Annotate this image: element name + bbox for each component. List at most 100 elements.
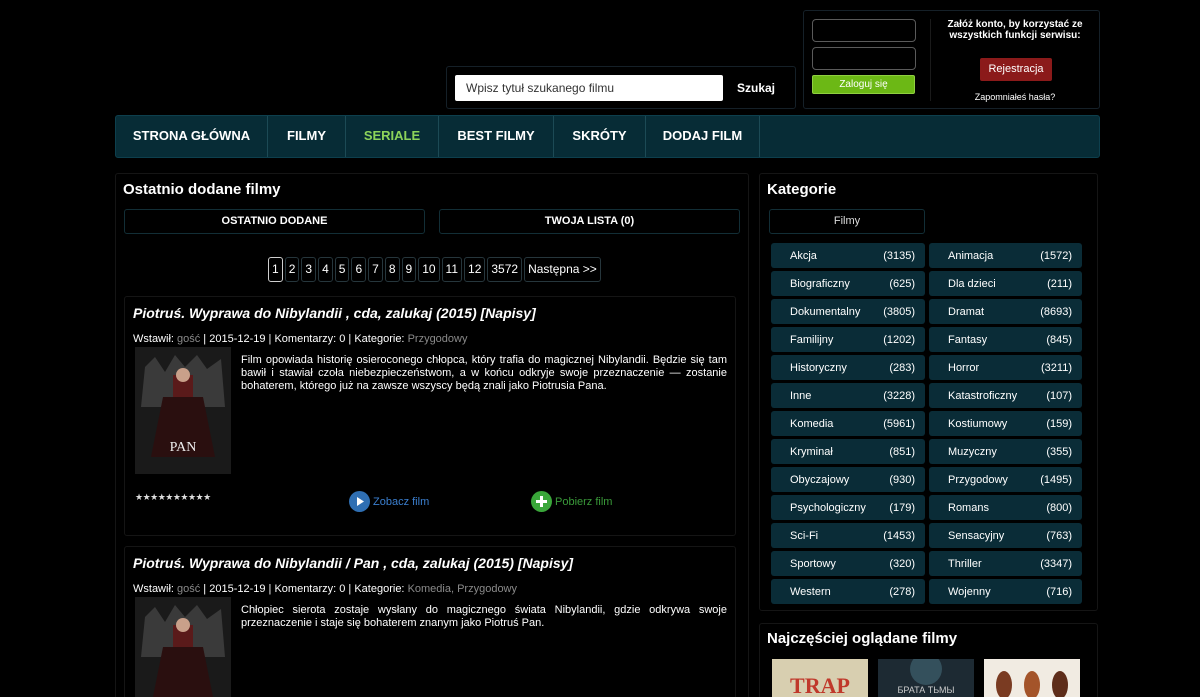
movie-title[interactable]: Piotruś. Wyprawa do Nibylandii , cda, za… bbox=[133, 305, 536, 321]
username-field[interactable] bbox=[812, 19, 916, 42]
category-name: Sci-Fi bbox=[790, 529, 819, 542]
popular-thumb[interactable]: БРАТА ТЬМЫ bbox=[878, 659, 974, 697]
watch-film-link[interactable]: Zobacz film bbox=[349, 491, 429, 512]
page-link[interactable]: 5 bbox=[334, 257, 350, 282]
category-name: Akcja bbox=[790, 249, 817, 262]
category-name: Biograficzny bbox=[790, 277, 850, 290]
category-item[interactable]: Dokumentalny (3805) bbox=[771, 299, 925, 324]
nav-item-shortcuts[interactable]: SKRÓTY bbox=[554, 116, 646, 157]
category-item[interactable]: Western (278) bbox=[771, 579, 925, 604]
page-link[interactable]: 9 bbox=[401, 257, 417, 282]
rating-stars[interactable]: ★★★★★★★★★★ bbox=[135, 492, 211, 503]
category-item[interactable]: Animacja (1572) bbox=[929, 243, 1082, 268]
category-item[interactable]: Horror (3211) bbox=[929, 355, 1082, 380]
category-name: Dokumentalny bbox=[790, 305, 861, 318]
category-item[interactable]: Sci-Fi (1453) bbox=[771, 523, 925, 548]
page-link[interactable]: 4 bbox=[318, 257, 333, 282]
nav-item-best-films[interactable]: BEST FILMY bbox=[439, 116, 554, 157]
tab-recent[interactable]: OSTATNIO DODANE bbox=[124, 209, 425, 234]
category-count: (1495) bbox=[1040, 473, 1072, 486]
nav-item-add-film[interactable]: DODAJ FILM bbox=[646, 116, 760, 157]
play-icon bbox=[349, 491, 370, 512]
category-count: (763) bbox=[1046, 529, 1072, 542]
login-box: Zaloguj się Załóż konto, by korzystać ze… bbox=[803, 10, 1100, 109]
popular-thumb[interactable] bbox=[984, 659, 1080, 697]
category-item[interactable]: Familijny (1202) bbox=[771, 327, 925, 352]
category-item[interactable]: Dla dzieci (211) bbox=[929, 271, 1082, 296]
page-link[interactable]: 3 bbox=[301, 257, 317, 282]
download-film-link[interactable]: Pobierz film bbox=[531, 491, 612, 512]
category-name: Romans bbox=[948, 501, 989, 514]
category-item[interactable]: Przygodowy (1495) bbox=[929, 467, 1082, 492]
page-link[interactable]: 8 bbox=[384, 257, 400, 282]
tab-my-list[interactable]: TWOJA LISTA (0) bbox=[439, 209, 740, 234]
page-link[interactable]: 11 bbox=[441, 257, 463, 282]
category-item[interactable]: Sensacyjny (763) bbox=[929, 523, 1082, 548]
category-item[interactable]: Romans (800) bbox=[929, 495, 1082, 520]
category-name: Animacja bbox=[948, 249, 994, 262]
meta-categories[interactable]: Przygodowy bbox=[408, 333, 468, 345]
movie-poster[interactable]: PAN bbox=[135, 347, 231, 474]
category-item[interactable]: Dramat (8693) bbox=[929, 299, 1082, 324]
category-item[interactable]: Sportowy (320) bbox=[771, 551, 925, 576]
page-link[interactable]: 6 bbox=[351, 257, 367, 282]
page-link[interactable]: 12 bbox=[464, 257, 486, 282]
category-count: (800) bbox=[1046, 501, 1072, 514]
category-item[interactable]: Kryminał (851) bbox=[771, 439, 925, 464]
forgot-password-link[interactable]: Zapomniałeś hasła? bbox=[947, 92, 1083, 102]
category-item[interactable]: Komedia (5961) bbox=[771, 411, 925, 436]
nav-item-series[interactable]: SERIALE bbox=[346, 116, 439, 157]
category-item[interactable]: Psychologiczny (179) bbox=[771, 495, 925, 520]
category-count: (320) bbox=[889, 557, 915, 570]
category-item[interactable]: Fantasy (845) bbox=[929, 327, 1082, 352]
movie-description: Film opowiada historię osieroconego chło… bbox=[241, 354, 727, 392]
category-item[interactable]: Akcja (3135) bbox=[771, 243, 925, 268]
nav-item-home[interactable]: STRONA GŁÓWNA bbox=[116, 116, 268, 157]
category-count: (159) bbox=[1046, 417, 1072, 430]
category-count: (3135) bbox=[883, 249, 915, 262]
category-count: (283) bbox=[889, 361, 915, 374]
page-link[interactable]: 3572 bbox=[487, 257, 523, 282]
category-count: (3347) bbox=[1040, 557, 1072, 570]
page-link[interactable]: 2 bbox=[284, 257, 300, 282]
search-button[interactable]: Szukaj bbox=[737, 81, 775, 95]
search-box: Szukaj bbox=[446, 66, 796, 109]
category-item[interactable]: Biograficzny (625) bbox=[771, 271, 925, 296]
category-item[interactable]: Historyczny (283) bbox=[771, 355, 925, 380]
category-list: Akcja (3135) Animacja (1572) Biograficzny (62… bbox=[771, 243, 1082, 604]
movie-title[interactable]: Piotruś. Wyprawa do Nibylandii / Pan , c… bbox=[133, 555, 573, 571]
category-item[interactable]: Inne (3228) bbox=[771, 383, 925, 408]
register-button[interactable]: Rejestracja bbox=[980, 58, 1052, 81]
meta-categories[interactable]: Komedia, Przygodowy bbox=[408, 583, 517, 595]
category-item[interactable]: Thriller (3347) bbox=[929, 551, 1082, 576]
next-page-link[interactable]: Następna >> bbox=[524, 257, 601, 282]
tab-films-filter[interactable]: Filmy bbox=[769, 209, 925, 234]
category-item[interactable]: Obyczajowy (930) bbox=[771, 467, 925, 492]
search-input[interactable] bbox=[455, 75, 723, 101]
poster-title: PAN bbox=[170, 440, 197, 455]
page: Szukaj Zaloguj się Załóż konto, by korzy… bbox=[0, 0, 1200, 697]
category-name: Kostiumowy bbox=[948, 417, 1008, 430]
page-link[interactable]: 10 bbox=[418, 257, 440, 282]
popular-thumb[interactable]: TRAP bbox=[772, 659, 868, 697]
movie-poster[interactable] bbox=[135, 597, 231, 697]
category-item[interactable]: Katastroficzny (107) bbox=[929, 383, 1082, 408]
page-link[interactable]: 7 bbox=[368, 257, 383, 282]
movie-card: Piotruś. Wyprawa do Nibylandii , cda, za… bbox=[124, 296, 736, 536]
category-name: Muzyczny bbox=[948, 445, 997, 458]
meta-user[interactable]: gość bbox=[177, 583, 200, 595]
movie-meta: Wstawił: gość | 2015-12-19 | Komentarzy:… bbox=[133, 333, 467, 345]
nav-item-films[interactable]: FILMY bbox=[268, 116, 346, 157]
category-count: (8693) bbox=[1040, 305, 1072, 318]
category-item[interactable]: Wojenny (716) bbox=[929, 579, 1082, 604]
category-count: (3228) bbox=[883, 389, 915, 402]
category-name: Dramat bbox=[948, 305, 985, 318]
login-button[interactable]: Zaloguj się bbox=[812, 75, 915, 94]
category-item[interactable]: Muzyczny (355) bbox=[929, 439, 1082, 464]
password-field[interactable] bbox=[812, 47, 916, 70]
category-count: (5961) bbox=[883, 417, 915, 430]
category-name: Inne bbox=[790, 389, 812, 402]
page-link[interactable]: 1 bbox=[268, 257, 283, 282]
meta-user[interactable]: gość bbox=[177, 333, 200, 345]
category-item[interactable]: Kostiumowy (159) bbox=[929, 411, 1082, 436]
